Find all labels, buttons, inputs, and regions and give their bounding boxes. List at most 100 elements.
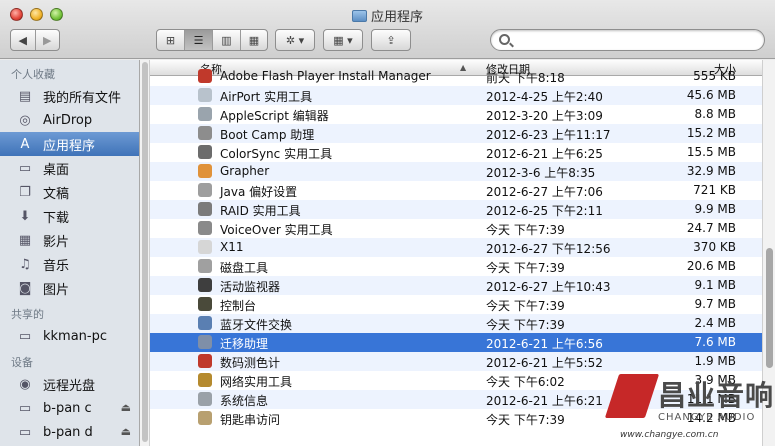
column-view-button[interactable]: ▥: [213, 30, 241, 50]
watermark-logo-icon: [604, 374, 660, 418]
sidebar-item[interactable]: ◙ 图片: [0, 276, 139, 300]
file-size: 15.5 MB: [686, 145, 736, 159]
file-date: 2012-6-27 下午12:56: [486, 242, 611, 256]
file-row[interactable]: Java 偏好设置 2012-6-27 上午7:06 721 KB: [150, 181, 762, 200]
applescript-icon: [198, 107, 212, 121]
file-name: Java 偏好设置: [220, 185, 298, 199]
arrange-icon: ▦ ▾: [333, 33, 353, 47]
search-input[interactable]: [515, 32, 755, 48]
title-bar: 应用程序 ◀ ▶ ⊞ ☰ ▥ ▦ ✲ ▾ ▦ ▾ ⇪: [0, 0, 775, 59]
file-size: 7.6 MB: [694, 335, 736, 349]
file-row[interactable]: Adobe Flash Player Install Manager 前天 下午8…: [150, 67, 762, 86]
window-title: 应用程序: [0, 6, 775, 25]
file-row[interactable]: Grapher 2012-3-6 上午8:35 32.9 MB: [150, 162, 762, 181]
computer-icon: ▭: [18, 328, 32, 344]
back-button[interactable]: ◀: [11, 30, 36, 50]
sidebar-item[interactable]: ▦ 影片: [0, 228, 139, 252]
file-name: RAID 实用工具: [220, 204, 301, 218]
file-name: 磁盘工具: [220, 261, 269, 275]
sidebar-item[interactable]: ⬇ 下载: [0, 204, 139, 228]
file-name: AppleScript 编辑器: [220, 109, 329, 123]
sidebar-item[interactable]: ♫ 音乐: [0, 252, 139, 276]
sidebar-item-label: 我的所有文件: [43, 90, 122, 106]
file-row[interactable]: ColorSync 实用工具 2012-6-21 上午6:25 15.5 MB: [150, 143, 762, 162]
list-scroll-thumb[interactable]: [766, 248, 773, 368]
share-icon: ⇪: [386, 33, 396, 47]
file-name: 网络实用工具: [220, 375, 293, 389]
file-row[interactable]: 活动监视器 2012-6-27 上午10:43 9.1 MB: [150, 276, 762, 295]
file-row[interactable]: 蓝牙文件交换 今天 下午7:39 2.4 MB: [150, 314, 762, 333]
documents-icon: ❐: [19, 184, 31, 200]
sidebar-section-title: 个人收藏: [11, 68, 55, 81]
file-row[interactable]: 迁移助理 2012-6-21 上午6:56 7.6 MB: [150, 333, 762, 352]
voiceover-icon: [198, 221, 212, 235]
system-info-icon: [198, 392, 212, 406]
file-date: 2012-6-21 上午6:25: [486, 147, 603, 161]
file-row[interactable]: AirPort 实用工具 2012-4-25 上午2:40 45.6 MB: [150, 86, 762, 105]
watermark-text: 昌业音响: [658, 379, 775, 412]
sidebar-item[interactable]: ▤ 我的所有文件: [0, 84, 139, 108]
file-row[interactable]: Boot Camp 助理 2012-6-23 上午11:17 15.2 MB: [150, 124, 762, 143]
file-size: 20.6 MB: [686, 259, 736, 273]
file-size: 370 KB: [693, 240, 736, 254]
sidebar-item[interactable]: ❐ 文稿: [0, 180, 139, 204]
file-size: 1.9 MB: [694, 354, 736, 368]
sidebar-item[interactable]: ▭ 桌面: [0, 156, 139, 180]
file-name: 系统信息: [220, 394, 269, 408]
icon-view-button[interactable]: ⊞: [157, 30, 185, 50]
pictures-icon: ◙: [18, 280, 32, 296]
file-name: Boot Camp 助理: [220, 128, 315, 142]
sidebar-section-title: 共享的: [11, 308, 44, 321]
file-name: 迁移助理: [220, 337, 269, 351]
sidebar-item[interactable]: ◎ AirDrop: [0, 108, 139, 132]
list-view-button[interactable]: ☰: [185, 30, 213, 50]
keychain-icon: [198, 411, 212, 425]
file-row[interactable]: VoiceOver 实用工具 今天 下午7:39 24.7 MB: [150, 219, 762, 238]
file-date: 今天 下午7:39: [486, 223, 565, 237]
arrange-menu-button[interactable]: ▦ ▾: [323, 29, 363, 51]
sidebar-item[interactable]: ▭ b-pan d ⏏: [0, 420, 139, 444]
movies-icon: ▦: [18, 232, 32, 248]
file-row[interactable]: RAID 实用工具 2012-6-25 下午2:11 9.9 MB: [150, 200, 762, 219]
sidebar-item[interactable]: ▭ b-pan c ⏏: [0, 396, 139, 420]
file-date: 2012-6-21 上午6:56: [486, 337, 603, 351]
eject-icon[interactable]: ⏏: [121, 401, 131, 414]
file-name: Grapher: [220, 164, 270, 178]
watermark: 昌业音响 CHANGYE AUDIO www.changye.com.cn: [604, 370, 775, 446]
file-row[interactable]: AppleScript 编辑器 2012-3-20 上午3:09 8.8 MB: [150, 105, 762, 124]
sidebar-scrollbar[interactable]: [140, 60, 150, 446]
file-size: 9.9 MB: [694, 202, 736, 216]
file-name: 数码测色计: [220, 356, 281, 370]
file-row[interactable]: X11 2012-6-27 下午12:56 370 KB: [150, 238, 762, 257]
watermark-url: www.changye.com.cn: [620, 430, 719, 440]
downloads-icon: ⬇: [19, 208, 31, 224]
file-date: 今天 下午7:39: [486, 299, 565, 313]
file-size: 32.9 MB: [686, 164, 736, 178]
file-date: 今天 下午7:39: [486, 318, 565, 332]
file-name: 钥匙串访问: [220, 413, 281, 427]
forward-button[interactable]: ▶: [36, 30, 60, 50]
file-name: AirPort 实用工具: [220, 90, 313, 104]
file-size: 24.7 MB: [686, 221, 736, 235]
action-menu-button[interactable]: ✲ ▾: [275, 29, 315, 51]
file-row[interactable]: 磁盘工具 今天 下午7:39 20.6 MB: [150, 257, 762, 276]
cover-flow-button[interactable]: ▦: [241, 30, 267, 50]
search-field[interactable]: [490, 29, 765, 51]
applications-icon: A: [20, 136, 30, 152]
file-row[interactable]: 数码测色计 2012-6-21 上午5:52 1.9 MB: [150, 352, 762, 371]
file-size: 2.4 MB: [694, 316, 736, 330]
file-date: 2012-4-25 上午2:40: [486, 90, 603, 104]
share-button[interactable]: ⇪: [371, 29, 411, 51]
file-row[interactable]: 控制台 今天 下午7:39 9.7 MB: [150, 295, 762, 314]
sidebar-item[interactable]: A 应用程序: [0, 132, 139, 156]
sidebar-scroll-thumb[interactable]: [142, 62, 148, 442]
file-size: 8.8 MB: [694, 107, 736, 121]
network-utility-icon: [198, 373, 212, 387]
file-name: X11: [220, 240, 244, 254]
eject-icon[interactable]: ⏏: [121, 425, 131, 438]
file-name: ColorSync 实用工具: [220, 147, 333, 161]
bootcamp-icon: [198, 126, 212, 140]
sidebar-item[interactable]: ◉ 远程光盘: [0, 372, 139, 396]
sidebar-item[interactable]: ▭ kkman-pc: [0, 324, 139, 348]
flash-icon: [198, 69, 212, 83]
